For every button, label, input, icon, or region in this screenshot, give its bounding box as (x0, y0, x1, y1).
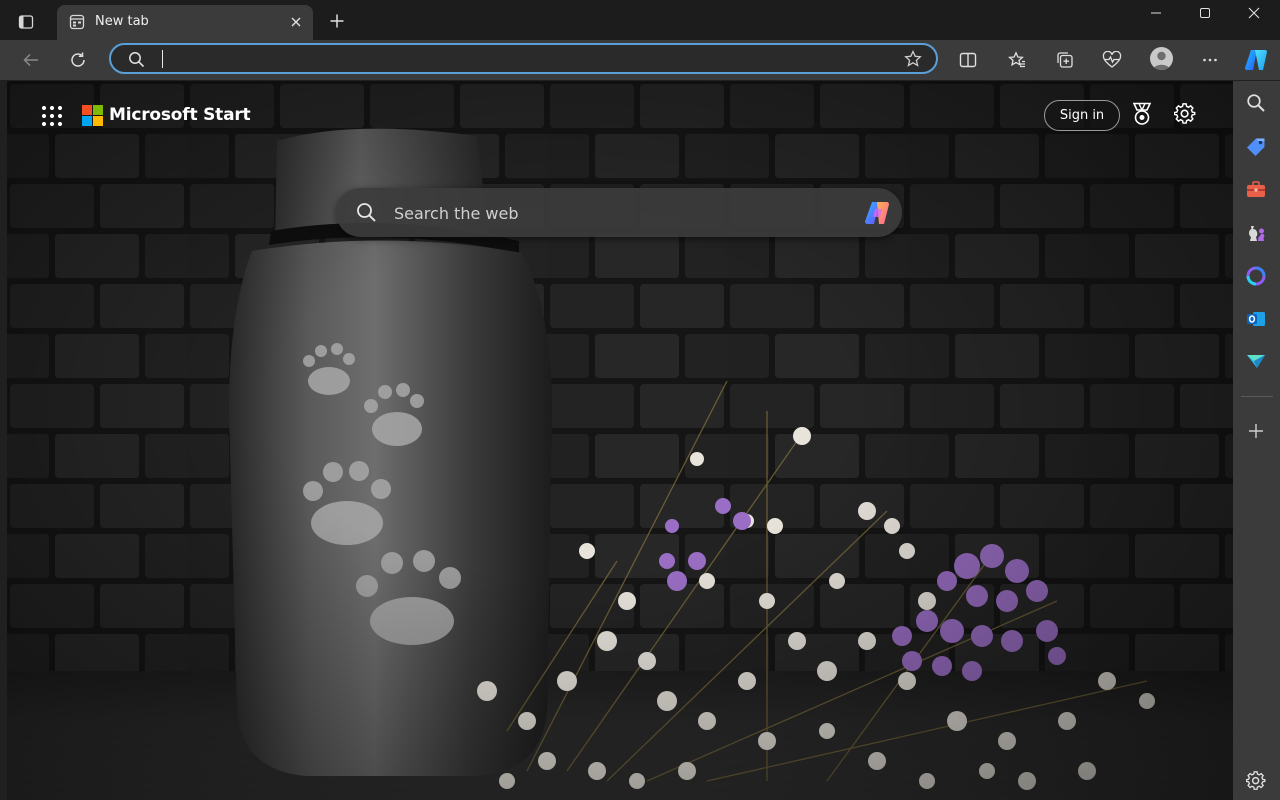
new-tab-page-icon (69, 14, 85, 30)
edge-sidebar (1233, 81, 1280, 800)
web-search-box[interactable] (336, 188, 902, 237)
app-launcher-button[interactable] (41, 105, 63, 127)
brand-title[interactable]: Microsoft Start (109, 105, 251, 125)
collections-button[interactable] (1050, 46, 1080, 74)
copilot-icon (1246, 266, 1266, 286)
rewards-icon (1132, 102, 1152, 125)
heart-pulse-icon (1102, 51, 1122, 68)
copilot-search-button[interactable] (862, 199, 892, 227)
tools-icon (1247, 181, 1265, 197)
tab-new-tab[interactable]: New tab (57, 5, 313, 40)
page-settings-button[interactable] (1174, 103, 1196, 125)
address-bar[interactable] (109, 43, 938, 74)
search-icon (128, 51, 145, 68)
microsoft-logo (82, 105, 103, 126)
new-tab-page: Microsoft Start Sign in (7, 81, 1233, 800)
gear-icon (1246, 771, 1266, 790)
gear-icon (1174, 103, 1196, 124)
tab-title: New tab (95, 14, 149, 29)
ellipsis-icon (1203, 58, 1217, 62)
back-arrow-icon (23, 53, 38, 67)
split-screen-icon (959, 52, 977, 68)
sidebar-outlook-button[interactable] (1244, 307, 1268, 331)
add-icon (1249, 424, 1263, 438)
profile-icon (1153, 51, 1170, 70)
search-icon (1247, 94, 1265, 112)
split-screen-button[interactable] (953, 46, 983, 74)
rewards-button[interactable] (1131, 102, 1153, 126)
refresh-icon (71, 52, 85, 67)
drop-icon (1247, 355, 1265, 368)
maximize-icon (1200, 8, 1210, 18)
avatar[interactable] (1150, 47, 1173, 70)
plus-icon (330, 14, 344, 28)
shopping-tag-icon (1247, 138, 1265, 156)
new-tab-button[interactable] (324, 8, 350, 34)
web-search-input[interactable] (394, 202, 834, 224)
more-options-button[interactable] (1195, 46, 1225, 74)
sidebar-copilot-button[interactable] (1244, 264, 1268, 288)
sidebar-shopping-button[interactable] (1244, 135, 1268, 159)
sidebar-settings-button[interactable] (1244, 769, 1268, 793)
star-icon (904, 50, 922, 67)
copilot-button[interactable] (1240, 44, 1272, 76)
copilot-icon (1245, 50, 1267, 70)
text-caret (162, 50, 163, 68)
outlook-icon (1247, 312, 1265, 326)
search-icon (356, 202, 377, 223)
title-bar: New tab (0, 0, 1280, 40)
app-launcher-icon (42, 106, 62, 126)
favorites-icon (1008, 51, 1025, 68)
sidebar-games-button[interactable] (1244, 221, 1268, 245)
add-favorite-button[interactable] (904, 50, 922, 68)
copilot-icon (864, 202, 890, 224)
minimize-icon (1151, 12, 1161, 14)
sidebar-drop-button[interactable] (1244, 349, 1268, 373)
tab-actions-icon (18, 15, 34, 29)
back-button[interactable] (16, 46, 46, 74)
sidebar-divider (1241, 396, 1273, 397)
maximize-button[interactable] (1182, 0, 1228, 26)
close-window-button[interactable] (1231, 0, 1277, 26)
sidebar-search-button[interactable] (1244, 91, 1268, 115)
collections-icon (1057, 52, 1073, 68)
sign-in-button[interactable]: Sign in (1044, 100, 1120, 131)
favorites-button[interactable] (1002, 46, 1032, 74)
sidebar-add-button[interactable] (1244, 419, 1268, 443)
games-icon (1249, 226, 1265, 241)
close-icon (1248, 7, 1260, 19)
close-icon (291, 17, 301, 27)
address-input[interactable] (159, 49, 889, 69)
sidebar-tools-button[interactable] (1244, 178, 1268, 202)
tab-close-button[interactable] (287, 13, 305, 31)
tab-actions-button[interactable] (8, 8, 44, 36)
refresh-button[interactable] (63, 46, 93, 74)
browser-essentials-button[interactable] (1097, 46, 1127, 74)
minimize-button[interactable] (1133, 0, 1179, 26)
